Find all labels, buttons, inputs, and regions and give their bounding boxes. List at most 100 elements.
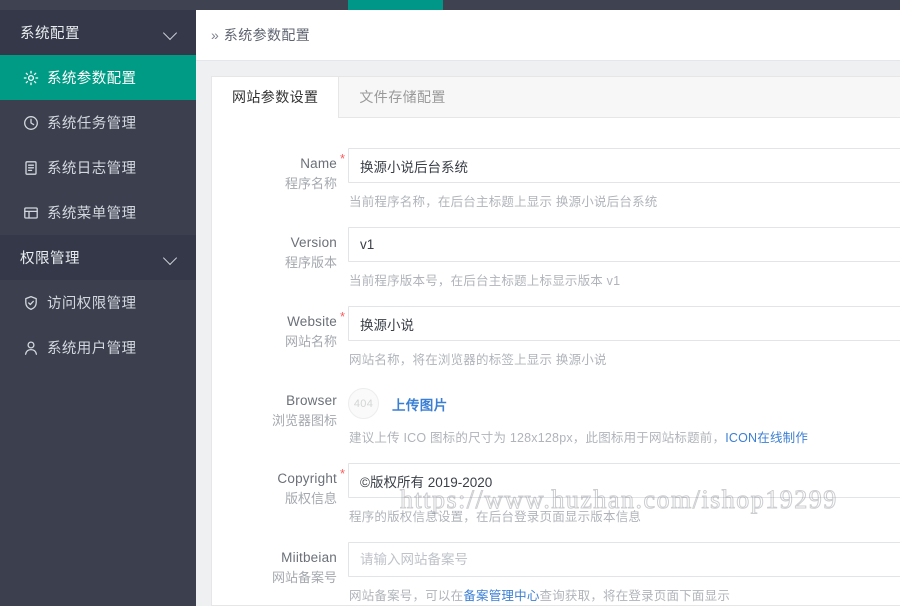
name-input[interactable] — [348, 148, 900, 183]
hint-text-after: 查询获取，将在登录页面下面显示 — [539, 589, 731, 603]
app-root: 系统配置 系统参数配置 系统任务管理 系统日志管理 系统菜单管理 权限管理 访问权限管理 系统… — [0, 0, 900, 606]
field-label-cn: 网站备案号 — [271, 570, 337, 585]
field-hint: 建议上传 ICO 图标的尺寸为 128x128px，此图标用于网站标题前，ICO… — [348, 419, 900, 446]
website-input[interactable] — [348, 306, 900, 341]
sidebar-item-1-4[interactable]: 系统菜单管理 — [0, 190, 196, 235]
hint-text: 当前程序版本号，在后台主标题上标显示版本 v1 — [349, 274, 621, 288]
sidebar-item-label: 系统菜单管理 — [47, 206, 137, 222]
hint-text: 网站备案号，可以在 — [349, 589, 464, 603]
form-field-version: Version 程序版本当前程序版本号，在后台主标题上标显示版本 v1 — [212, 224, 900, 289]
hint-text: 程序的版权信息设置，在后台登录页面显示版本信息 — [349, 510, 642, 524]
hint-text: 建议上传 ICO 图标的尺寸为 128x128px，此图标用于网站标题前， — [349, 431, 726, 445]
sidebar-item-1-1[interactable]: 系统参数配置 — [0, 55, 196, 100]
form-field-miitbeian: Miitbeian 网站备案号网站备案号，可以在备案管理中心查询获取，将在登录页面… — [212, 539, 900, 604]
field-spacer — [212, 368, 900, 382]
field-label: Copyright 版权信息 * — [212, 460, 348, 525]
field-label-cn: 程序版本 — [284, 255, 337, 270]
copyright-input[interactable] — [348, 463, 900, 498]
user-icon — [22, 339, 39, 356]
sidebar-item-label: 系统参数配置 — [47, 71, 137, 87]
top-tab-strip — [0, 0, 900, 10]
field-control: 程序的版权信息设置，在后台登录页面显示版本信息 — [348, 460, 900, 525]
field-label-cn: 网站名称 — [284, 334, 337, 349]
version-input[interactable] — [348, 227, 900, 262]
field-label-cn: 版权信息 — [284, 491, 337, 506]
field-label: Name 程序名称 * — [212, 145, 348, 210]
field-control: 网站名称，将在浏览器的标签上显示 换源小说 — [348, 303, 900, 368]
field-control: 404 上传图片建议上传 ICO 图标的尺寸为 128x128px，此图标用于网站… — [348, 382, 900, 446]
field-label: Miitbeian 网站备案号 — [212, 539, 348, 604]
sidebar-group-1[interactable]: 系统配置 — [0, 10, 196, 55]
field-label: Browser 浏览器图标 — [212, 382, 348, 446]
field-spacer — [212, 446, 900, 460]
required-asterisk-icon: * — [339, 309, 345, 324]
field-control: 当前程序名称，在后台主标题上显示 换源小说后台系统 — [348, 145, 900, 210]
field-label-cn: 浏览器图标 — [271, 413, 337, 428]
field-label-en: Miitbeian — [281, 550, 337, 565]
required-asterisk-icon: * — [339, 466, 345, 481]
shield-icon — [22, 294, 39, 311]
upload-control: 404 上传图片 — [348, 385, 900, 419]
field-label-cn: 程序名称 — [284, 176, 337, 191]
sidebar: 系统配置系统参数配置 系统任务管理 系统日志管理 系统菜单管理权限管理访问权限管理 系统… — [0, 0, 196, 606]
field-label: Version 程序版本 — [212, 224, 348, 289]
hint-link[interactable]: ICON在线制作 — [725, 431, 808, 445]
field-label: Website 网站名称 * — [212, 303, 348, 368]
field-label-en: Browser — [286, 393, 337, 408]
field-hint: 当前程序版本号，在后台主标题上标显示版本 v1 — [348, 262, 900, 289]
clock-icon — [22, 114, 39, 131]
hint-text: 网站名称，将在浏览器的标签上显示 换源小说 — [349, 353, 607, 367]
field-label-en: Name — [300, 156, 337, 171]
log-icon — [22, 159, 39, 176]
sidebar-item-label: 访问权限管理 — [47, 296, 137, 312]
sidebar-item-2-2[interactable]: 系统用户管理 — [0, 325, 196, 370]
main-content: » 系统参数配置 网站参数设置文件存储配置 Name程序名称*当前程序名称，在后… — [196, 0, 900, 606]
miitbeian-input[interactable] — [348, 542, 900, 577]
tab-label: 文件存储配置 — [359, 89, 446, 105]
field-control: 当前程序版本号，在后台主标题上标显示版本 v1 — [348, 224, 900, 289]
sidebar-group-label: 权限管理 — [20, 251, 80, 267]
settings-form: Name程序名称*当前程序名称，在后台主标题上显示 换源小说后台系统Versio… — [212, 118, 900, 604]
top-tab-active-indicator[interactable] — [348, 0, 443, 10]
sidebar-item-label: 系统任务管理 — [47, 116, 137, 132]
field-spacer — [212, 525, 900, 539]
image-placeholder-icon: 404 — [348, 388, 379, 419]
form-field-browser: Browser 浏览器图标 404 上传图片建议上传 ICO 图标的尺寸为 128x1… — [212, 382, 900, 446]
sidebar-item-label: 系统用户管理 — [47, 341, 137, 357]
field-hint: 网站名称，将在浏览器的标签上显示 换源小说 — [348, 341, 900, 368]
sidebar-item-1-3[interactable]: 系统日志管理 — [0, 145, 196, 190]
chevron-down-icon — [164, 251, 178, 265]
form-field-copyright: Copyright 版权信息* 程序的版权信息设置，在后台登录页面显示版本信息 — [212, 460, 900, 525]
field-control: 网站备案号，可以在备案管理中心查询获取，将在登录页面下面显示 — [348, 539, 900, 604]
chevron-down-icon — [164, 26, 178, 40]
gear-icon — [22, 69, 39, 86]
field-hint: 网站备案号，可以在备案管理中心查询获取，将在登录页面下面显示 — [348, 577, 900, 604]
form-field-website: Website 网站名称* 网站名称，将在浏览器的标签上显示 换源小说 — [212, 303, 900, 368]
hint-text: 当前程序名称，在后台主标题上显示 换源小说后台系统 — [349, 195, 658, 209]
tab-2[interactable]: 文件存储配置 — [339, 77, 465, 117]
field-spacer — [212, 210, 900, 224]
field-hint: 当前程序名称，在后台主标题上显示 换源小说后台系统 — [348, 183, 900, 210]
tab-1[interactable]: 网站参数设置 — [212, 77, 340, 118]
breadcrumb: » 系统参数配置 — [196, 10, 900, 61]
tab-label: 网站参数设置 — [232, 89, 319, 105]
field-label-en: Copyright — [277, 471, 337, 486]
upload-image-button[interactable]: 上传图片 — [392, 394, 448, 414]
field-hint: 程序的版权信息设置，在后台登录页面显示版本信息 — [348, 498, 900, 525]
breadcrumb-title: 系统参数配置 — [223, 27, 311, 43]
field-spacer — [212, 289, 900, 303]
breadcrumb-arrow-icon: » — [211, 27, 219, 43]
required-asterisk-icon: * — [339, 151, 345, 166]
form-field-name: Name 程序名称* 当前程序名称，在后台主标题上显示 换源小说后台系统 — [212, 145, 900, 210]
hint-link[interactable]: 备案管理中心 — [463, 589, 539, 603]
sidebar-item-label: 系统日志管理 — [47, 161, 137, 177]
sidebar-group-label: 系统配置 — [20, 26, 80, 42]
field-label-en: Version — [290, 235, 337, 250]
window-icon — [22, 204, 39, 221]
settings-card: 网站参数设置文件存储配置 Name程序名称*当前程序名称，在后台主标题上显示 换… — [211, 76, 900, 606]
tab-bar: 网站参数设置 文件存储配置 — [212, 77, 900, 118]
field-label-en: Website — [287, 314, 337, 329]
sidebar-item-2-1[interactable]: 访问权限管理 — [0, 280, 196, 325]
sidebar-group-2[interactable]: 权限管理 — [0, 235, 196, 280]
sidebar-item-1-2[interactable]: 系统任务管理 — [0, 100, 196, 145]
